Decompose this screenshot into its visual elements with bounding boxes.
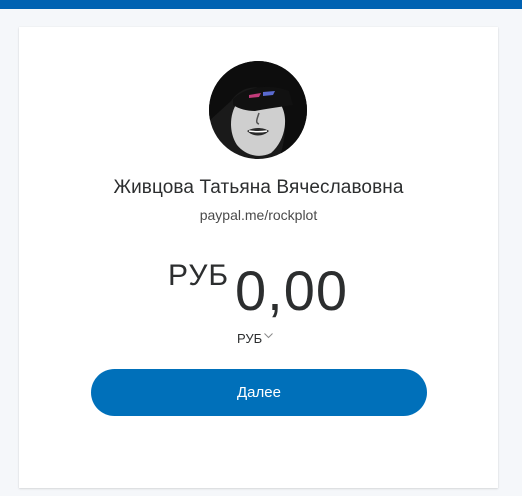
recipient-name: Живцова Татьяна Вячеславовна	[113, 177, 404, 198]
payment-card: Живцова Татьяна Вячеславовна paypal.me/r…	[19, 27, 498, 488]
amount-input[interactable]: 0,00	[235, 263, 348, 319]
chevron-down-icon	[264, 333, 274, 339]
next-button[interactable]: Далее	[91, 369, 427, 416]
currency-code: РУБ	[237, 331, 263, 346]
top-brand-bar	[0, 0, 522, 9]
currency-symbol: РУБ	[168, 259, 230, 292]
currency-selector[interactable]: РУБ	[237, 331, 274, 346]
avatar	[209, 61, 307, 159]
profile-photo-icon	[209, 61, 307, 159]
paypal-me-link[interactable]: paypal.me/rockplot	[19, 207, 498, 223]
